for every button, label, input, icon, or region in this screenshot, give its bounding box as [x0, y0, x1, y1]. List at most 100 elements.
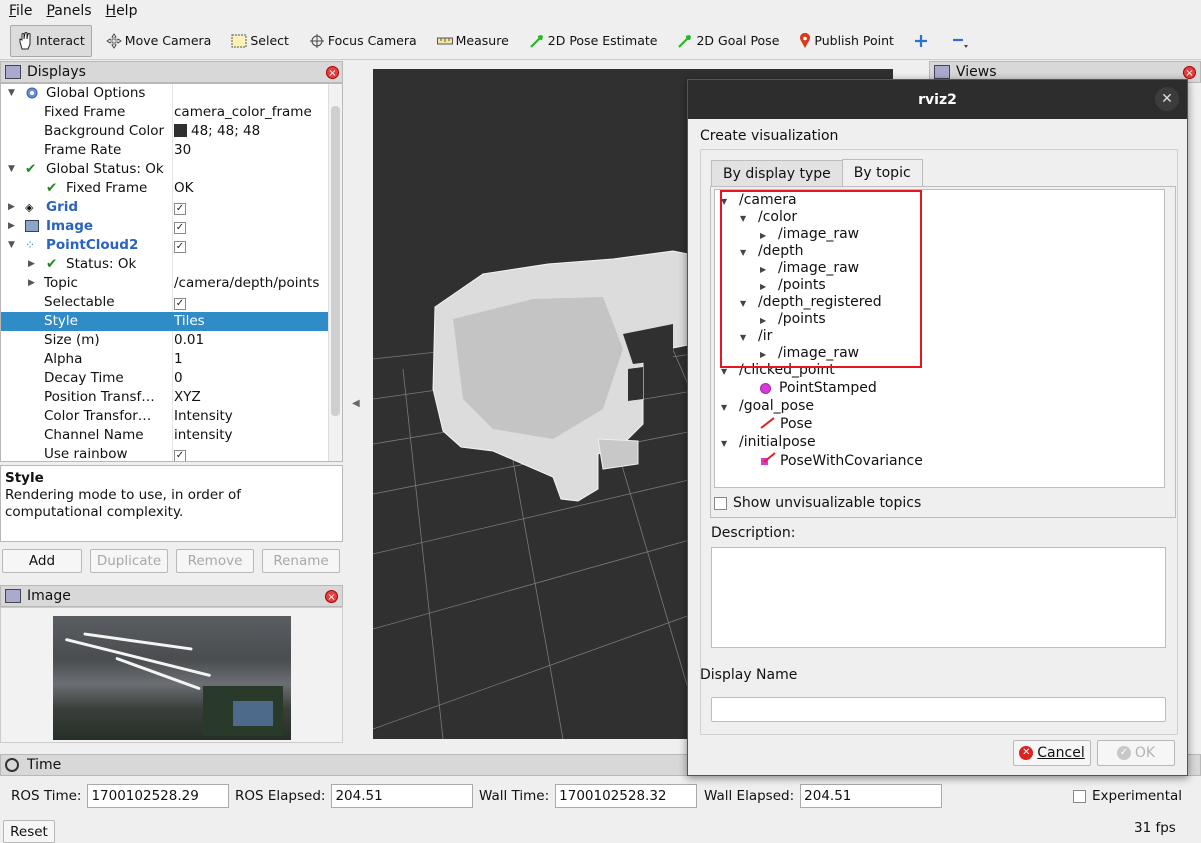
add-tool-button[interactable]: [908, 25, 937, 57]
tree-row-status-ok[interactable]: ▶ ✔ Status: Ok: [1, 255, 342, 274]
show-unvisualizable-option[interactable]: Show unvisualizable topics: [714, 495, 921, 511]
tree-row-topic[interactable]: ▶ Topic /camera/depth/points: [1, 274, 342, 293]
chevron-right-icon[interactable]: ▶: [8, 198, 15, 217]
green-arrow-icon: [529, 34, 543, 48]
pointcloud-enabled-checkbox[interactable]: ✓: [174, 236, 186, 255]
tree-row-image[interactable]: ▶ Image ✓: [1, 217, 342, 236]
chevron-down-icon[interactable]: ▼: [721, 435, 739, 452]
image-enabled-checkbox[interactable]: ✓: [174, 217, 186, 236]
ok-button[interactable]: ✓ OK: [1097, 740, 1175, 766]
use-rainbow-checkbox[interactable]: ✓: [174, 445, 186, 461]
color-transformer-value[interactable]: Intensity: [174, 407, 233, 426]
frame-rate-value[interactable]: 30: [174, 141, 191, 160]
tree-row-grid[interactable]: ▶ ◈ Grid ✓: [1, 198, 342, 217]
chevron-right-icon[interactable]: ▶: [28, 255, 35, 274]
remove-tool-button[interactable]: [945, 25, 978, 57]
tree-row-channel-name[interactable]: Channel Name intensity: [1, 426, 342, 445]
tree-row-selectable[interactable]: Selectable ✓: [1, 293, 342, 312]
display-pose[interactable]: Pose: [760, 416, 812, 433]
decay-time-value[interactable]: 0: [174, 369, 183, 388]
select-tool[interactable]: Select: [225, 25, 295, 57]
background-color-label: Background Color: [44, 123, 165, 139]
publish-point-tool[interactable]: Publish Point: [793, 25, 900, 57]
display-pose-with-covariance[interactable]: PoseWithCovariance: [760, 452, 923, 469]
tab-by-topic[interactable]: By topic: [841, 159, 923, 187]
point-icon: [760, 382, 771, 394]
tree-row-alpha[interactable]: Alpha 1: [1, 350, 342, 369]
global-status-label: Global Status: Ok: [46, 161, 164, 177]
tree-row-color-transformer[interactable]: Color Transfor… Intensity: [1, 407, 342, 426]
pose-estimate-tool[interactable]: 2D Pose Estimate: [523, 25, 664, 57]
menu-help[interactable]: Help: [101, 3, 143, 19]
highlight-box: [720, 190, 922, 368]
pose-covariance-icon: [761, 452, 776, 465]
topic-initialpose[interactable]: ▼/initialpose: [721, 434, 816, 451]
grid-enabled-checkbox[interactable]: ✓: [174, 198, 186, 217]
tree-row-use-rainbow[interactable]: Use rainbow ✓: [1, 445, 342, 461]
topic-goal-pose[interactable]: ▼/goal_pose: [721, 398, 814, 415]
property-help: Style Rendering mode to use, in order of…: [0, 465, 343, 542]
remove-button[interactable]: Remove: [176, 549, 254, 573]
chevron-down-icon[interactable]: ▼: [721, 399, 739, 416]
tab-by-display-type[interactable]: By display type: [711, 160, 843, 187]
wall-time-label: Wall Time:: [479, 788, 550, 804]
displays-scrollbar[interactable]: [328, 84, 342, 461]
chevron-down-icon[interactable]: ▼: [8, 236, 15, 255]
menu-file[interactable]: File: [4, 3, 37, 19]
ros-elapsed-input[interactable]: 204.51: [331, 784, 474, 808]
style-value[interactable]: Tiles: [174, 312, 205, 331]
measure-tool[interactable]: Measure: [431, 25, 515, 57]
close-icon[interactable]: ✕: [1155, 87, 1179, 111]
display-point-stamped[interactable]: PointStamped: [760, 380, 877, 397]
alpha-value[interactable]: 1: [174, 350, 183, 369]
cancel-button[interactable]: ✕ Cancel: [1013, 740, 1091, 766]
tree-row-frame-rate[interactable]: Frame Rate 30: [1, 141, 342, 160]
close-icon[interactable]: ×: [326, 65, 339, 79]
rename-button[interactable]: Rename: [262, 549, 340, 573]
goal-pose-tool[interactable]: 2D Goal Pose: [671, 25, 785, 57]
chevron-right-icon[interactable]: ▶: [8, 217, 15, 236]
wall-elapsed-input[interactable]: 204.51: [800, 784, 943, 808]
tree-row-fixed-frame[interactable]: Fixed Frame camera_color_frame: [1, 103, 342, 122]
tree-row-global-status[interactable]: ▼ ✔ Global Status: Ok: [1, 160, 342, 179]
topic-value[interactable]: /camera/depth/points: [174, 274, 319, 293]
fixed-frame-value[interactable]: camera_color_frame: [174, 103, 312, 122]
background-color-value[interactable]: 48; 48; 48: [174, 122, 260, 141]
tree-row-decay-time[interactable]: Decay Time 0: [1, 369, 342, 388]
chevron-left-icon[interactable]: ◀: [352, 398, 360, 409]
show-unvisualizable-label: Show unvisualizable topics: [733, 495, 922, 511]
channel-name-value[interactable]: intensity: [174, 426, 233, 445]
experimental-field[interactable]: Experimental: [1073, 784, 1182, 808]
display-name-input[interactable]: [711, 697, 1166, 722]
ruler-icon: [436, 37, 453, 44]
focus-camera-tool[interactable]: Focus Camera: [303, 25, 423, 57]
size-value[interactable]: 0.01: [174, 331, 204, 350]
tree-row-position-transformer[interactable]: Position Transf… XYZ: [1, 388, 342, 407]
move-camera-tool[interactable]: Move Camera: [100, 25, 218, 57]
tree-row-global-options[interactable]: ▼ Global Options: [1, 84, 342, 103]
show-unvisualizable-checkbox[interactable]: [714, 496, 727, 510]
chevron-down-icon[interactable]: ▼: [8, 160, 15, 179]
close-icon[interactable]: ×: [1183, 65, 1196, 79]
experimental-checkbox[interactable]: [1073, 789, 1086, 803]
reset-button[interactable]: Reset: [3, 820, 55, 843]
ros-time-input[interactable]: 1700102528.29: [87, 784, 230, 808]
tree-row-status-fixed-frame[interactable]: ✔ Fixed Frame OK: [1, 179, 342, 198]
selectable-checkbox[interactable]: ✓: [174, 293, 186, 312]
focus-camera-label: Focus Camera: [327, 33, 417, 48]
scrollbar-thumb[interactable]: [331, 106, 340, 416]
tree-row-style[interactable]: Style Tiles: [1, 312, 342, 331]
grid-icon: ◈: [25, 201, 34, 214]
tree-row-background-color[interactable]: Background Color 48; 48; 48: [1, 122, 342, 141]
chevron-right-icon[interactable]: ▶: [28, 274, 35, 293]
chevron-down-icon[interactable]: ▼: [8, 84, 15, 103]
add-button[interactable]: Add: [2, 549, 82, 573]
menu-panels[interactable]: Panels: [41, 3, 96, 19]
wall-time-input[interactable]: 1700102528.32: [555, 784, 698, 808]
interact-tool[interactable]: Interact: [10, 24, 92, 57]
tree-row-size[interactable]: Size (m) 0.01: [1, 331, 342, 350]
close-icon[interactable]: ×: [325, 589, 338, 603]
tree-row-pointcloud2[interactable]: ▼ ⁘ PointCloud2 ✓: [1, 236, 342, 255]
duplicate-button[interactable]: Duplicate: [90, 549, 168, 573]
position-transformer-value[interactable]: XYZ: [174, 388, 201, 407]
